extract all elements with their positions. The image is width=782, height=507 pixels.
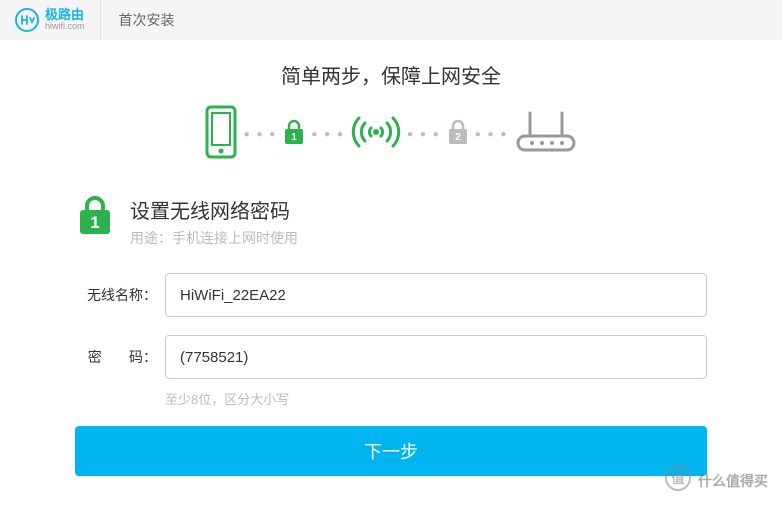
watermark-text: 什么值得买 [698,471,768,491]
lock-inactive-icon: 2 [447,119,469,150]
steps-diagram: ● ● ● 1 ● ● ● ● ● ● 2 ● ● ● [75,104,707,165]
phone-icon [204,104,238,165]
lock-active-icon: 1 [283,119,305,150]
svg-text:值: 值 [671,471,684,486]
svg-text:1: 1 [90,213,99,232]
watermark: 值 什么值得买 [664,464,768,497]
svg-text:2: 2 [455,132,461,143]
ssid-input[interactable] [165,273,707,317]
ssid-label: 无线名称： [75,285,165,305]
watermark-icon: 值 [664,464,692,497]
header-bar: 极路由 hiwifi.com 首次安装 [0,0,782,40]
step-title: 设置无线网络密码 [130,195,298,224]
page-headline: 简单两步，保障上网安全 [75,60,707,89]
logo-area: 极路由 hiwifi.com [0,0,101,40]
router-icon [514,110,578,159]
logo-sub: hiwifi.com [45,22,85,32]
diagram-dots: ● ● ● [244,129,278,140]
diagram-dots: ● ● ● [407,129,441,140]
diagram-dots: ● ● ● [311,129,345,140]
diagram-dots: ● ● ● [475,129,509,140]
logo-brand: 极路由 [45,8,85,22]
step-description: 用途：手机连接上网时使用 [130,228,298,248]
svg-text:1: 1 [292,132,298,143]
password-hint: 至少8位，区分大小写 [165,389,707,408]
password-label: 密 码： [75,347,165,367]
header-title: 首次安装 [101,10,193,30]
step-header: 1 设置无线网络密码 用途：手机连接上网时使用 [75,195,707,248]
wifi-icon [351,110,401,159]
step-badge-icon: 1 [75,195,115,235]
password-input[interactable] [165,335,707,379]
next-button[interactable]: 下一步 [75,426,707,476]
hiwifi-logo-icon [15,8,39,32]
